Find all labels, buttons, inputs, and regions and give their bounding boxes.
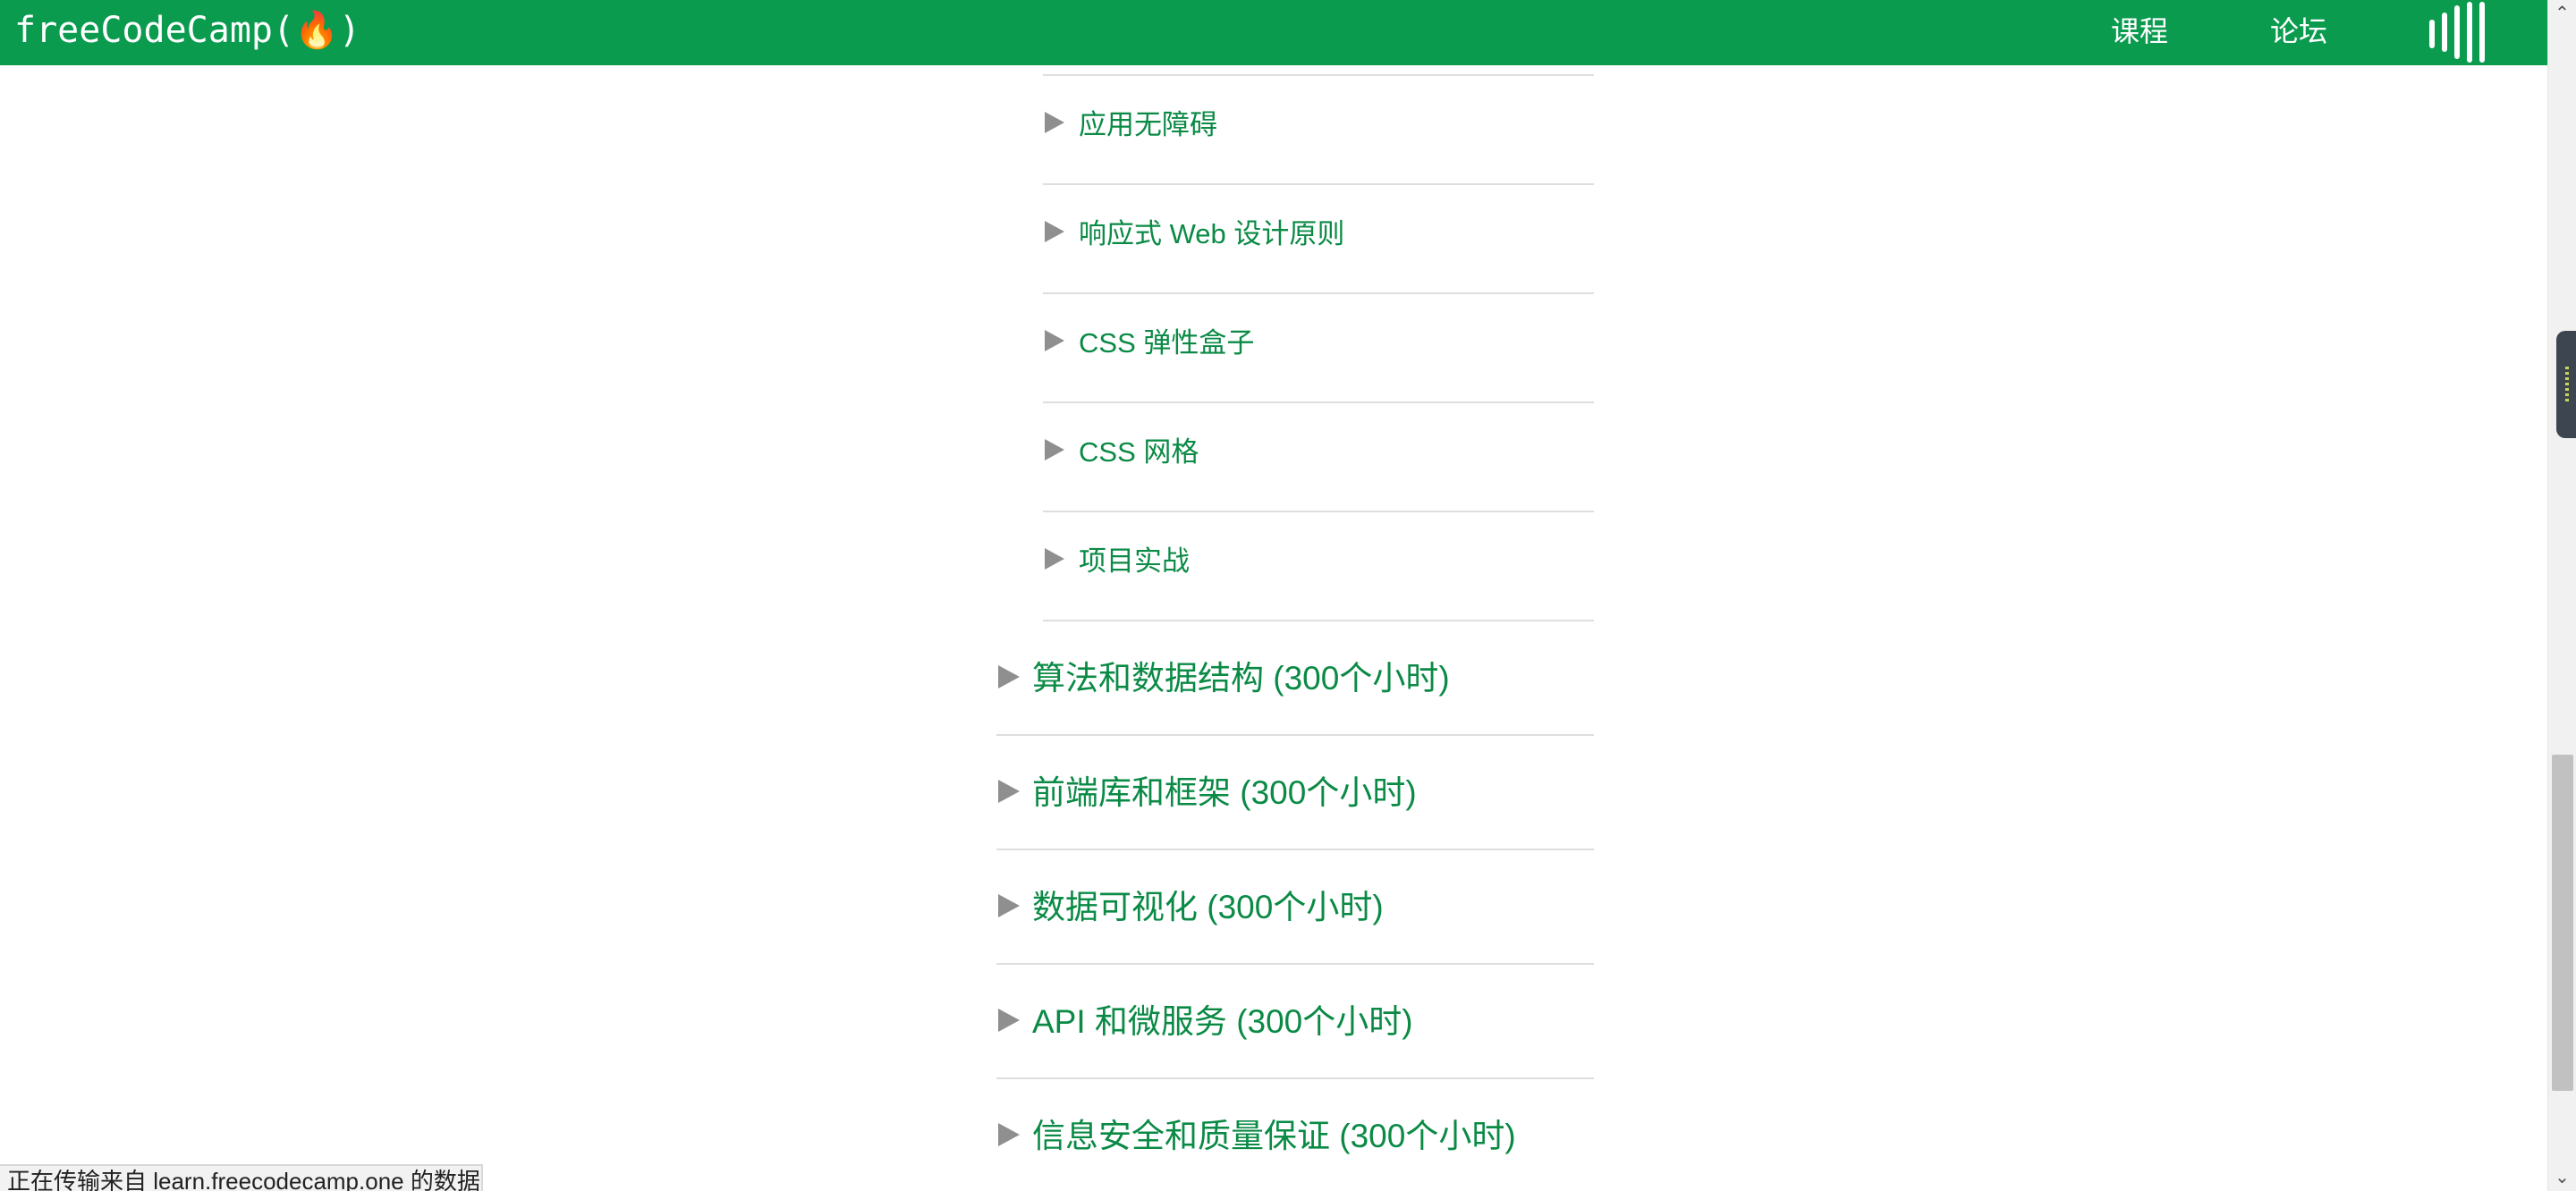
caret-right-icon xyxy=(998,665,1020,688)
scrollbar-thumb[interactable] xyxy=(2552,755,2573,1091)
sub-item-label: 项目实战 xyxy=(1079,545,1190,577)
nav-link-forum[interactable]: 论坛 xyxy=(2270,11,2327,52)
cert-item-label: API 和微服务 (300个小时) xyxy=(1032,1003,1413,1040)
certification-list: 算法和数据结构 (300个小时) 前端库和框架 (300个小时) 数据可视化 (… xyxy=(996,621,1594,1191)
caret-right-icon xyxy=(1045,112,1064,133)
sub-item-projects[interactable]: 项目实战 xyxy=(1043,511,1594,621)
cert-item-algorithms[interactable]: 算法和数据结构 (300个小时) xyxy=(996,621,1594,736)
caret-right-icon xyxy=(1045,221,1064,242)
sub-item-label: CSS 网格 xyxy=(1079,436,1199,468)
cert-item-apis-microservices[interactable]: API 和微服务 (300个小时) xyxy=(996,965,1594,1079)
browser-status-bar: 正在传输来自 learn.freecodecamp.one 的数据... xyxy=(0,1164,483,1191)
nav-link-curriculum[interactable]: 课程 xyxy=(2111,11,2168,52)
cert-item-infosec-qa[interactable]: 信息安全和质量保证 (300个小时) xyxy=(996,1079,1594,1191)
menu-bars-icon[interactable] xyxy=(2426,2,2496,63)
sub-item-label: 应用无障碍 xyxy=(1079,109,1217,140)
sub-item-accessibility[interactable]: 应用无障碍 xyxy=(1043,74,1594,183)
cert-item-label: 数据可视化 (300个小时) xyxy=(1032,889,1384,925)
caret-right-icon xyxy=(998,780,1020,803)
top-navbar: freeCodeCamp(🔥) 课程 论坛 xyxy=(0,0,2547,65)
cert-item-frontend-libraries[interactable]: 前端库和框架 (300个小时) xyxy=(996,736,1594,850)
sub-item-css-flexbox[interactable]: CSS 弹性盒子 xyxy=(1043,292,1594,401)
chevron-up-icon[interactable]: ⌃ xyxy=(2548,0,2576,27)
cert-item-data-visualization[interactable]: 数据可视化 (300个小时) xyxy=(996,850,1594,965)
caret-right-icon xyxy=(1045,439,1064,460)
sub-item-css-grid[interactable]: CSS 网格 xyxy=(1043,401,1594,511)
cert-item-label: 算法和数据结构 (300个小时) xyxy=(1032,660,1450,697)
side-panel-handle[interactable] xyxy=(2556,331,2576,438)
sub-item-label: CSS 弹性盒子 xyxy=(1079,327,1255,359)
caret-right-icon xyxy=(1045,548,1064,570)
caret-right-icon xyxy=(1045,330,1064,351)
vertical-scrollbar[interactable]: ⌃ ⌄ xyxy=(2547,0,2576,1191)
curriculum-content: 应用无障碍 响应式 Web 设计原则 CSS 弹性盒子 CSS 网格 项目实战 … xyxy=(0,65,2547,1191)
caret-right-icon xyxy=(998,894,1020,917)
caret-right-icon xyxy=(998,1123,1020,1146)
sub-item-responsive-principles[interactable]: 响应式 Web 设计原则 xyxy=(1043,183,1594,292)
cert-item-label: 前端库和框架 (300个小时) xyxy=(1032,774,1417,811)
freecodecamp-logo[interactable]: freeCodeCamp(🔥) xyxy=(14,7,360,54)
cert-item-label: 信息安全和质量保证 (300个小时) xyxy=(1032,1118,1516,1154)
audio-level-icon xyxy=(2565,367,2569,404)
caret-right-icon xyxy=(998,1009,1020,1032)
chevron-down-icon[interactable]: ⌄ xyxy=(2548,1164,2576,1191)
sub-item-label: 响应式 Web 设计原则 xyxy=(1079,218,1345,249)
responsive-design-sublist: 应用无障碍 响应式 Web 设计原则 CSS 弹性盒子 CSS 网格 项目实战 xyxy=(1043,65,1594,621)
